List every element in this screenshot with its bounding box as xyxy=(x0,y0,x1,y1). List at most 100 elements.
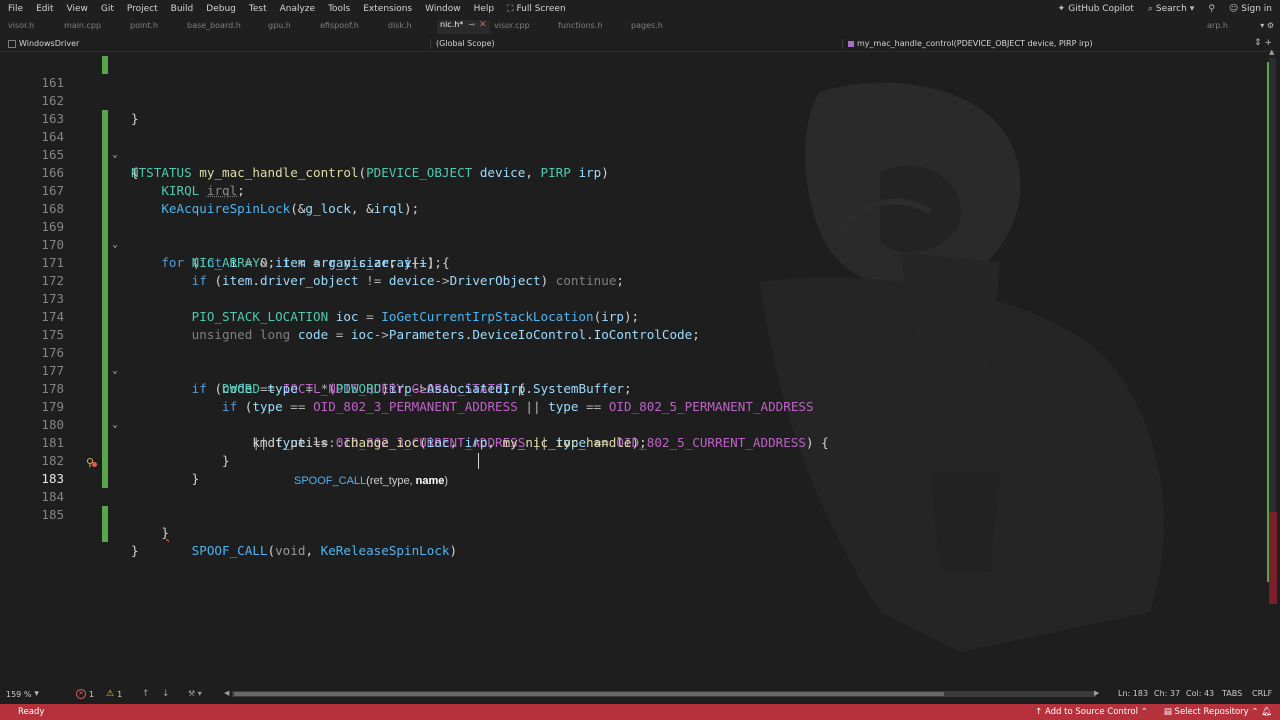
nav-divider xyxy=(430,39,431,49)
function-name: my_mac_handle_control(PDEVICE_OBJECT dev… xyxy=(857,39,1093,48)
code-line: 182 xyxy=(0,434,1266,488)
tab-base-board-h[interactable]: base_board.h xyxy=(187,21,241,30)
document-tab-bar: visor.h main.cpp point.h base_board.h gp… xyxy=(0,19,1280,35)
code-line: 165 KIRQL irql; xyxy=(0,128,1266,198)
tab-main-cpp[interactable]: main.cpp xyxy=(64,21,101,30)
code-editor[interactable]: 161 } 162 163 ⌄ NTSTATUS my_mac_handle_c… xyxy=(0,52,1266,684)
copilot-button[interactable]: ✦ GitHub Copilot xyxy=(1058,4,1134,14)
vertical-scrollbar[interactable]: ▲ xyxy=(1266,48,1280,684)
warning-count[interactable]: ⚠ 1 xyxy=(106,689,122,699)
signature-close-paren: ) xyxy=(444,475,449,487)
select-repository-button[interactable]: ▤ Select Repository ⌃ 🔔︎ xyxy=(1164,707,1272,717)
search-button[interactable]: ⌕ Search ▾ xyxy=(1148,4,1195,14)
scope-name: (Global Scope) xyxy=(436,39,495,48)
function-dropdown[interactable]: my_mac_handle_control(PDEVICE_OBJECT dev… xyxy=(848,39,1093,48)
token: } xyxy=(131,543,139,558)
project-dropdown[interactable]: WindowsDriver xyxy=(8,39,79,48)
pin-icon[interactable]: ⊸ xyxy=(468,20,475,29)
settings-button[interactable]: ⚲ xyxy=(1208,4,1215,14)
code-line: 172 PIO_STACK_LOCATION ioc = IoGetCurren… xyxy=(0,254,1266,324)
chevron-down-icon: ▾ xyxy=(1189,4,1195,14)
tab-disk-h[interactable]: disk.h xyxy=(388,21,412,30)
tab-gpu-h[interactable]: gpu.h xyxy=(268,21,291,30)
full-screen-icon: ⛶ xyxy=(507,4,514,14)
signin-label: Sign in xyxy=(1241,4,1272,14)
column-indicator: Col: 43 xyxy=(1186,689,1215,698)
scope-dropdown[interactable]: (Global Scope) xyxy=(436,39,495,48)
scrollbar-change-marks xyxy=(1267,62,1269,582)
scroll-up-icon[interactable]: ▲ xyxy=(1269,48,1274,56)
menu-build[interactable]: Build xyxy=(169,4,196,14)
warning-count-value: 1 xyxy=(117,689,123,699)
tab-nic-h[interactable]: nic.h* ⊸ ✕ xyxy=(437,20,490,34)
menu-window[interactable]: Window xyxy=(423,4,463,14)
line-ending[interactable]: CRLF xyxy=(1252,689,1272,698)
error-count[interactable]: ✕ 1 xyxy=(76,689,94,699)
scrollbar-error-mark xyxy=(1269,512,1277,604)
tab-point-h[interactable]: point.h xyxy=(130,21,158,30)
pin-settings-icon: ⚲ xyxy=(1208,4,1215,14)
menu-edit[interactable]: Edit xyxy=(34,4,55,14)
code-line: 168 ⌄ for (int i = 0; i < array_size; i+… xyxy=(0,182,1266,270)
arrow-up-icon: ↑ xyxy=(1035,707,1043,717)
tab-functions-h[interactable]: functions.h xyxy=(558,21,602,30)
code-line: 177 if (type == OID_802_3_PERMANENT_ADDR… xyxy=(0,344,1266,414)
code-line: 161 } xyxy=(0,56,1266,126)
indent-mode[interactable]: TABS xyxy=(1222,689,1242,698)
menu-project[interactable]: Project xyxy=(125,4,160,14)
menu-test[interactable]: Test xyxy=(247,4,269,14)
split-icon[interactable]: ⇕ + xyxy=(1254,38,1272,48)
menu-file[interactable]: File xyxy=(6,4,25,14)
chevron-down-icon: ▾ xyxy=(34,689,39,699)
tab-pages-h[interactable]: pages.h xyxy=(631,21,663,30)
change-bar xyxy=(102,506,108,524)
signature-fn: SPOOF_CALL xyxy=(294,475,367,487)
full-screen-button[interactable]: ⛶ Full Screen xyxy=(505,4,568,14)
zoom-dropdown[interactable]: 159 % ▾ xyxy=(6,689,39,699)
code-line: 169 NIC_ARRAY& item = g_nic_array[i]; xyxy=(0,200,1266,270)
horizontal-scrollbar[interactable] xyxy=(232,691,1096,697)
menu-git[interactable]: Git xyxy=(99,4,116,14)
menu-view[interactable]: View xyxy=(65,4,90,14)
tab-visor-cpp[interactable]: visor.cpp xyxy=(494,21,530,30)
add-source-control-button[interactable]: ↑ Add to Source Control ⌃ xyxy=(1035,707,1148,717)
menu-extensions[interactable]: Extensions xyxy=(361,4,414,14)
code-line: 167 xyxy=(0,164,1266,218)
code-text: } xyxy=(131,542,139,560)
token: SPOOF_CALL xyxy=(191,543,268,558)
notification-bell-icon[interactable]: 🔔︎ xyxy=(1261,707,1272,717)
status-ready: Ready xyxy=(18,707,45,717)
tab-visor-h[interactable]: visor.h xyxy=(8,21,34,30)
menu-right-group: ✦ GitHub Copilot ⌕ Search ▾ ⚲ ☺ Sign in xyxy=(1058,0,1272,18)
close-icon[interactable]: ✕ xyxy=(479,20,487,30)
nav-up-icon[interactable]: ↑ xyxy=(142,689,150,699)
menu-tools[interactable]: Tools xyxy=(326,4,352,14)
error-count-value: 1 xyxy=(89,689,95,699)
menu-debug[interactable]: Debug xyxy=(204,4,238,14)
menu-analyze[interactable]: Analyze xyxy=(278,4,317,14)
code-line: 180 } xyxy=(0,398,1266,468)
menu-help[interactable]: Help xyxy=(472,4,497,14)
change-bar xyxy=(102,56,108,74)
chevron-up-icon: ⌃ xyxy=(1251,707,1259,717)
add-source-control-label: Add to Source Control xyxy=(1044,707,1138,717)
nav-down-icon[interactable]: ↓ xyxy=(162,689,170,699)
scroll-left-icon[interactable]: ◀ xyxy=(224,689,229,697)
tab-arp-h[interactable]: arp.h xyxy=(1207,21,1228,30)
code-line: 178 ⌄ || type == OID_802_3_CURRENT_ADDRE… xyxy=(0,362,1266,450)
tab-nic-h-label: nic.h* xyxy=(440,20,464,29)
tab-efispoof-h[interactable]: efispoof.h xyxy=(320,21,359,30)
account-icon: ☺ xyxy=(1228,4,1239,14)
brush-icon[interactable]: ⚒ ▾ xyxy=(188,689,202,698)
menu-bar: File Edit View Git Project Build Debug T… xyxy=(0,0,1280,18)
code-line: 163 ⌄ NTSTATUS my_mac_handle_control(PDE… xyxy=(0,92,1266,180)
full-screen-label: Full Screen xyxy=(516,4,566,14)
horizontal-scrollbar-thumb[interactable] xyxy=(234,692,944,696)
signin-button[interactable]: ☺ Sign in xyxy=(1229,4,1272,14)
code-line: 175 ⌄ if (code == IOCTL_NDIS_QUERY_GLOBA… xyxy=(0,308,1266,396)
tab-list-dropdown-icon[interactable]: ▾ ⚙ xyxy=(1260,21,1274,30)
error-marker-icon xyxy=(92,462,97,467)
code-line-current: 183 ⚲ SPOOF_CALL(void, KeReleaseSpinLock… xyxy=(0,452,1266,558)
scroll-right-icon[interactable]: ▶ xyxy=(1094,689,1099,697)
copilot-label: GitHub Copilot xyxy=(1068,4,1134,14)
